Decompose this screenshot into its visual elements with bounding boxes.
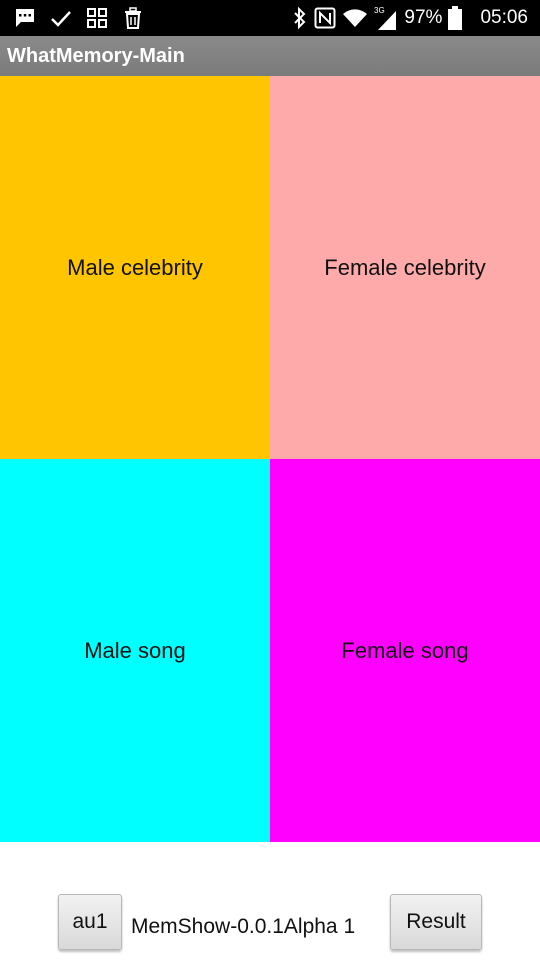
bottom-bar: au1 MemShow-0.0.1Alpha 1 Result [0,842,540,960]
system-status: 3G 97% 05:06 [292,4,528,32]
app-title-bar: WhatMemory-Main [0,36,540,76]
male-celebrity-tile[interactable]: Male celebrity [0,76,270,459]
male-song-tile[interactable]: Male song [0,459,270,842]
tile-label: Male celebrity [67,254,203,280]
app-title: WhatMemory-Main [7,45,185,67]
battery-percent: 97% [404,7,443,28]
trash-icon [122,7,144,29]
status-bar: 3G 97% 05:06 [0,0,540,36]
clock: 05:06 [480,7,528,28]
version-label: MemShow-0.0.1Alpha 1 [131,915,356,938]
apps-icon [86,7,108,29]
tile-label: Male song [84,637,186,663]
tile-label: Female celebrity [324,254,486,280]
network-type-label: 3G [374,6,385,15]
battery-icon [448,6,463,30]
tile-label: Female song [341,637,469,663]
female-celebrity-tile[interactable]: Female celebrity [270,76,540,459]
wifi-icon [342,7,368,29]
check-icon [50,7,72,29]
message-icon [14,7,36,29]
notification-icons [14,6,144,30]
au1-button[interactable]: au1 [58,894,122,950]
female-song-tile[interactable]: Female song [270,459,540,842]
app-screen: 3G 97% 05:06 WhatMemory-Main Male celebr… [0,0,540,960]
nfc-icon [314,7,336,29]
result-button[interactable]: Result [390,894,482,950]
signal-3g-icon: 3G [374,5,398,31]
bluetooth-icon [292,6,308,30]
